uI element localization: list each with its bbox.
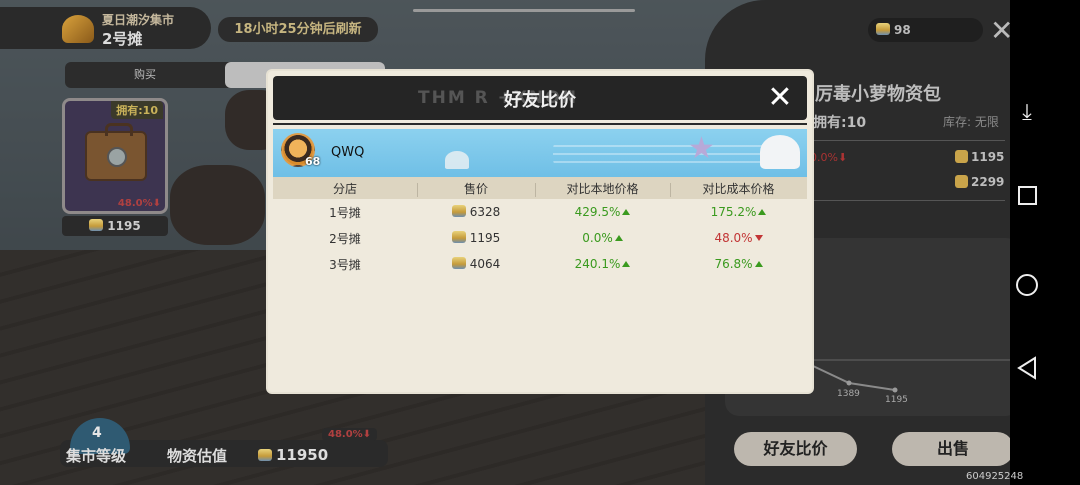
coin-icon (89, 219, 104, 231)
price-cell: 1195 (417, 231, 535, 245)
column-header: 对比本地价格 (535, 180, 670, 197)
store-cell: 3号摊 (329, 257, 361, 272)
item-own-count: 拥有:10 (813, 115, 867, 131)
chart-label: 1195 (885, 395, 908, 405)
coin-icon (258, 449, 272, 461)
goods-value-pct: 48.0%⬇ (322, 428, 378, 441)
item-price-a: 1195 (955, 150, 1004, 164)
sell-button[interactable]: 出售 (892, 432, 1014, 466)
currency-display: 98 (868, 18, 983, 42)
market-level: 4 (92, 425, 102, 441)
store-cell: 2号摊 (329, 231, 361, 246)
coin-icon (955, 175, 968, 188)
item-price-b: 2299 (955, 175, 1004, 189)
starfish-icon: ★ (688, 131, 715, 166)
cost-compare-cell: 175.2% (670, 205, 807, 219)
goods-value: 11950 (258, 446, 328, 464)
column-header: 对比成本价格 (670, 180, 807, 197)
chart-label: 1389 (837, 389, 860, 399)
cost-compare-cell: 48.0% (670, 231, 807, 245)
suitcase-icon (85, 123, 147, 181)
goods-value-label: 物资估值 (167, 447, 228, 465)
arrow-up-icon (758, 209, 767, 215)
coin-icon (955, 150, 968, 163)
arrow-down-icon (754, 235, 763, 241)
coin-icon (451, 231, 466, 243)
market-badge: 夏日潮汐集市 2号摊 (0, 7, 211, 49)
back-button[interactable] (1010, 356, 1044, 384)
arrow-up-icon (622, 261, 631, 267)
shell-icon (445, 151, 469, 169)
stall-name: 2号摊 (102, 30, 143, 48)
item-card[interactable]: 拥有:10 48.0%⬇ (62, 98, 168, 214)
local-compare-cell: 429.5% (535, 205, 670, 219)
local-compare-cell: 240.1% (535, 257, 670, 271)
coin-icon (451, 257, 466, 269)
coin-icon (451, 205, 466, 217)
own-count-badge: 拥有:10 (111, 101, 163, 119)
table-header: 分店 售价 对比本地价格 对比成本价格 (273, 177, 807, 199)
arrow-up-icon (754, 261, 763, 267)
price-compare-table: 分店 售价 对比本地价格 对比成本价格 1号摊 6328 429.5% 175.2% 2… (273, 177, 807, 277)
divider (273, 123, 807, 125)
market-name: 夏日潮汐集市 (102, 13, 175, 27)
user-id-watermark: 604925248 (966, 471, 1024, 482)
item-price: 1195 (62, 216, 168, 236)
friend-level: 68 (305, 155, 321, 168)
market-level-label: 集市等级 (66, 447, 127, 465)
recent-apps-button[interactable] (1010, 186, 1044, 205)
table-row: 1号摊 6328 429.5% 175.2% (273, 199, 807, 225)
system-nav-bar (1010, 0, 1080, 485)
dialog-header: THM R +XNON 好友比价 ✕ (273, 76, 807, 120)
friend-price-compare-dialog: THM R +XNON 好友比价 ✕ ★ 68 QWQ 分店 售价 对比本地价格… (268, 71, 812, 392)
top-handle-bar (413, 9, 635, 12)
item-change-pct: 0.0%⬇ (810, 151, 848, 164)
local-compare-cell: 0.0% (535, 231, 670, 245)
lock-icon (107, 147, 127, 167)
dialog-title: 好友比价 (504, 90, 576, 111)
price-cell: 6328 (417, 205, 535, 219)
cost-compare-cell: 76.8% (670, 257, 807, 271)
close-dialog-button[interactable]: ✕ (763, 81, 797, 115)
column-header: 分店 (332, 181, 357, 196)
item-stock: 库存: 无限 (943, 115, 999, 129)
column-header: 售价 (417, 180, 535, 197)
wave-decoration (553, 139, 773, 169)
refresh-timer: 18小时25分钟后刷新 (218, 17, 378, 42)
coin-icon (876, 23, 890, 35)
item-title: 厉毒小萝物资包 (815, 84, 941, 105)
back-icon (1017, 356, 1036, 380)
arrow-up-icon (622, 209, 631, 215)
friend-compare-button[interactable]: 好友比价 (734, 432, 857, 466)
table-row: 3号摊 4064 240.1% 76.8% (273, 251, 807, 277)
table-row: 2号摊 1195 0.0% 48.0% (273, 225, 807, 251)
notification-pull-icon[interactable]: ⤓ (1010, 100, 1044, 125)
store-cell: 1号摊 (329, 205, 361, 220)
friend-banner: ★ 68 QWQ (273, 129, 807, 177)
arrow-up-icon (614, 235, 623, 241)
shell-icon (760, 135, 800, 169)
price-cell: 4064 (417, 257, 535, 271)
item-change-pct: 48.0%⬇ (117, 198, 161, 209)
home-button[interactable] (1010, 274, 1044, 296)
tab-buy[interactable]: 购买 (65, 62, 225, 88)
friend-name: QWQ (331, 145, 365, 160)
wave-icon (62, 15, 94, 43)
